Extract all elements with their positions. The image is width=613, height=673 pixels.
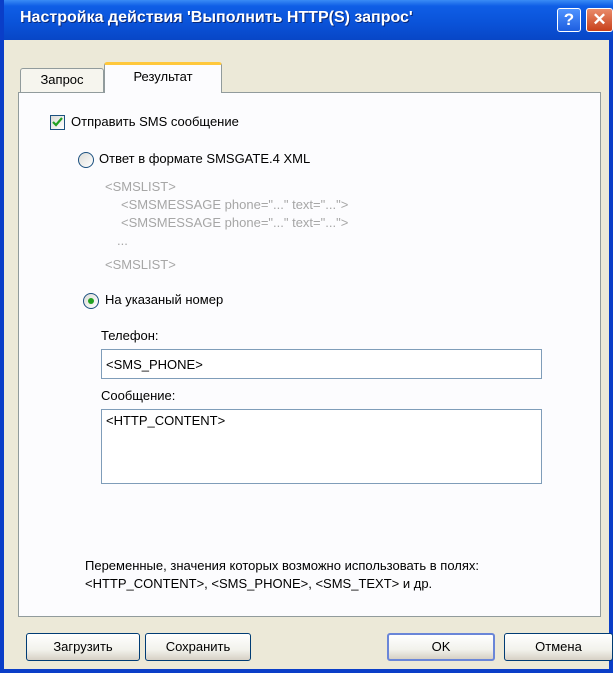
checkmark-icon <box>52 117 63 127</box>
window-title: Настройка действия 'Выполнить HTTP(S) за… <box>20 9 413 26</box>
xml-example-line: ... <box>117 233 128 248</box>
ok-button[interactable]: OK <box>387 633 495 661</box>
message-label: Сообщение: <box>101 388 176 403</box>
hint-text-line1: Переменные, значения которых возможно ис… <box>85 558 480 573</box>
phone-input[interactable] <box>101 349 542 379</box>
message-textarea[interactable]: <HTTP_CONTENT> <box>101 409 542 484</box>
dialog-window: Настройка действия 'Выполнить HTTP(S) за… <box>0 0 613 673</box>
radio-selected-dot <box>88 298 94 304</box>
specified-number-radio[interactable] <box>83 293 99 309</box>
save-button[interactable]: Сохранить <box>145 633 251 661</box>
close-button[interactable]: ✕ <box>586 8 613 32</box>
title-bar[interactable]: Настройка действия 'Выполнить HTTP(S) за… <box>4 0 613 40</box>
xml-example-line: <SMSMESSAGE phone="..." text="..."> <box>121 197 349 212</box>
response-format-label[interactable]: Ответ в формате SMSGATE.4 XML <box>99 151 310 166</box>
load-button[interactable]: Загрузить <box>26 633 140 661</box>
tab-request[interactable]: Запрос <box>20 68 104 92</box>
help-icon: ? <box>563 10 575 29</box>
specified-number-label[interactable]: На указаный номер <box>105 292 223 307</box>
help-button[interactable]: ? <box>557 8 581 32</box>
tab-result[interactable]: Результат <box>104 62 222 93</box>
response-format-radio[interactable] <box>78 152 94 168</box>
phone-label: Телефон: <box>101 328 159 343</box>
hint-text-line2: <HTTP_CONTENT>, <SMS_PHONE>, <SMS_TEXT> … <box>85 576 433 591</box>
xml-example-line: <SMSLIST> <box>105 179 176 194</box>
tab-result-label: Результат <box>133 69 193 84</box>
close-icon: ✕ <box>592 10 607 29</box>
send-sms-checkbox[interactable] <box>50 115 65 130</box>
xml-example-line: <SMSMESSAGE phone="..." text="..."> <box>121 215 349 230</box>
tab-request-label: Запрос <box>40 72 84 87</box>
send-sms-label[interactable]: Отправить SMS сообщение <box>71 114 239 129</box>
xml-example-line: <SMSLIST> <box>105 257 176 272</box>
cancel-button[interactable]: Отмена <box>504 633 613 661</box>
result-tab-panel: Отправить SMS сообщение Ответ в формате … <box>18 92 601 617</box>
